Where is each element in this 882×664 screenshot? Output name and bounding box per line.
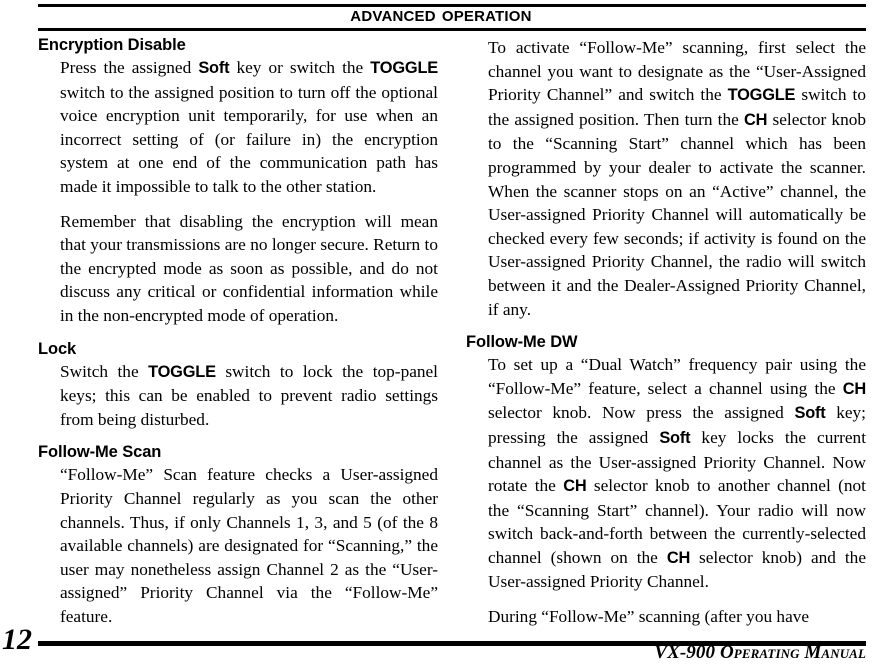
body-paragraph: Switch the TOGGLE switch to lock the top… xyxy=(38,360,438,432)
text-run: “Follow-Me” Scan feature checks a User-a… xyxy=(60,465,438,626)
manual-page: Advanced Operation Encryption Disable Pre… xyxy=(0,0,882,663)
text-run: switch to the assigned position to turn … xyxy=(60,82,438,196)
text-run: key or switch the xyxy=(229,58,371,77)
control-keyword: Soft xyxy=(659,428,691,447)
control-keyword: CH xyxy=(563,477,587,496)
section-heading: Encryption Disable xyxy=(38,36,186,54)
text-run: Switch the xyxy=(60,361,149,381)
text-run: Press the assigned xyxy=(60,58,199,77)
control-keyword: TOGGLE xyxy=(727,86,796,105)
control-keyword: CH xyxy=(744,110,768,129)
body-paragraph: To activate “Follow-Me” scanning, first … xyxy=(466,36,866,321)
right-column: To activate “Follow-Me” scanning, first … xyxy=(466,36,866,629)
section-heading: Follow-Me DW xyxy=(466,333,578,352)
text-run: selector knob. Now press the assigned xyxy=(488,403,795,423)
control-keyword: TOGGLE xyxy=(148,362,216,381)
footer-manual-title: VX-900 Operating Manual xyxy=(654,642,866,663)
left-column: Encryption Disable Press the assigned Sof… xyxy=(38,36,438,628)
page-number: 12 xyxy=(2,623,32,656)
body-paragraph: Press the assigned Soft key or switch th… xyxy=(38,56,438,199)
body-paragraph: To set up a “Dual Watch” frequency pair … xyxy=(466,353,866,594)
control-keyword: TOGGLE xyxy=(370,59,438,77)
section-heading: Lock xyxy=(38,339,77,358)
control-keyword: Soft xyxy=(794,404,826,423)
body-paragraph: During “Follow-Me” scanning (after you h… xyxy=(466,605,866,629)
body-paragraph: “Follow-Me” Scan feature checks a User-a… xyxy=(38,463,438,628)
section-heading: Follow-Me Scan xyxy=(38,443,162,462)
control-keyword: CH xyxy=(842,379,866,398)
text-run: To set up a “Dual Watch” frequency pair … xyxy=(488,355,866,398)
page-header-title: Advanced Operation xyxy=(350,3,532,26)
text-run: selector knob to the “Scanning Start” ch… xyxy=(488,109,866,319)
text-run: Remember that disabling the encryption w… xyxy=(60,211,438,325)
body-paragraph: Remember that disabling the encryption w… xyxy=(38,210,438,328)
control-keyword: Soft xyxy=(198,59,230,77)
text-run: During “Follow-Me” scanning (after you h… xyxy=(488,607,810,627)
control-keyword: CH xyxy=(666,548,691,567)
header-rule-bottom xyxy=(38,28,866,31)
